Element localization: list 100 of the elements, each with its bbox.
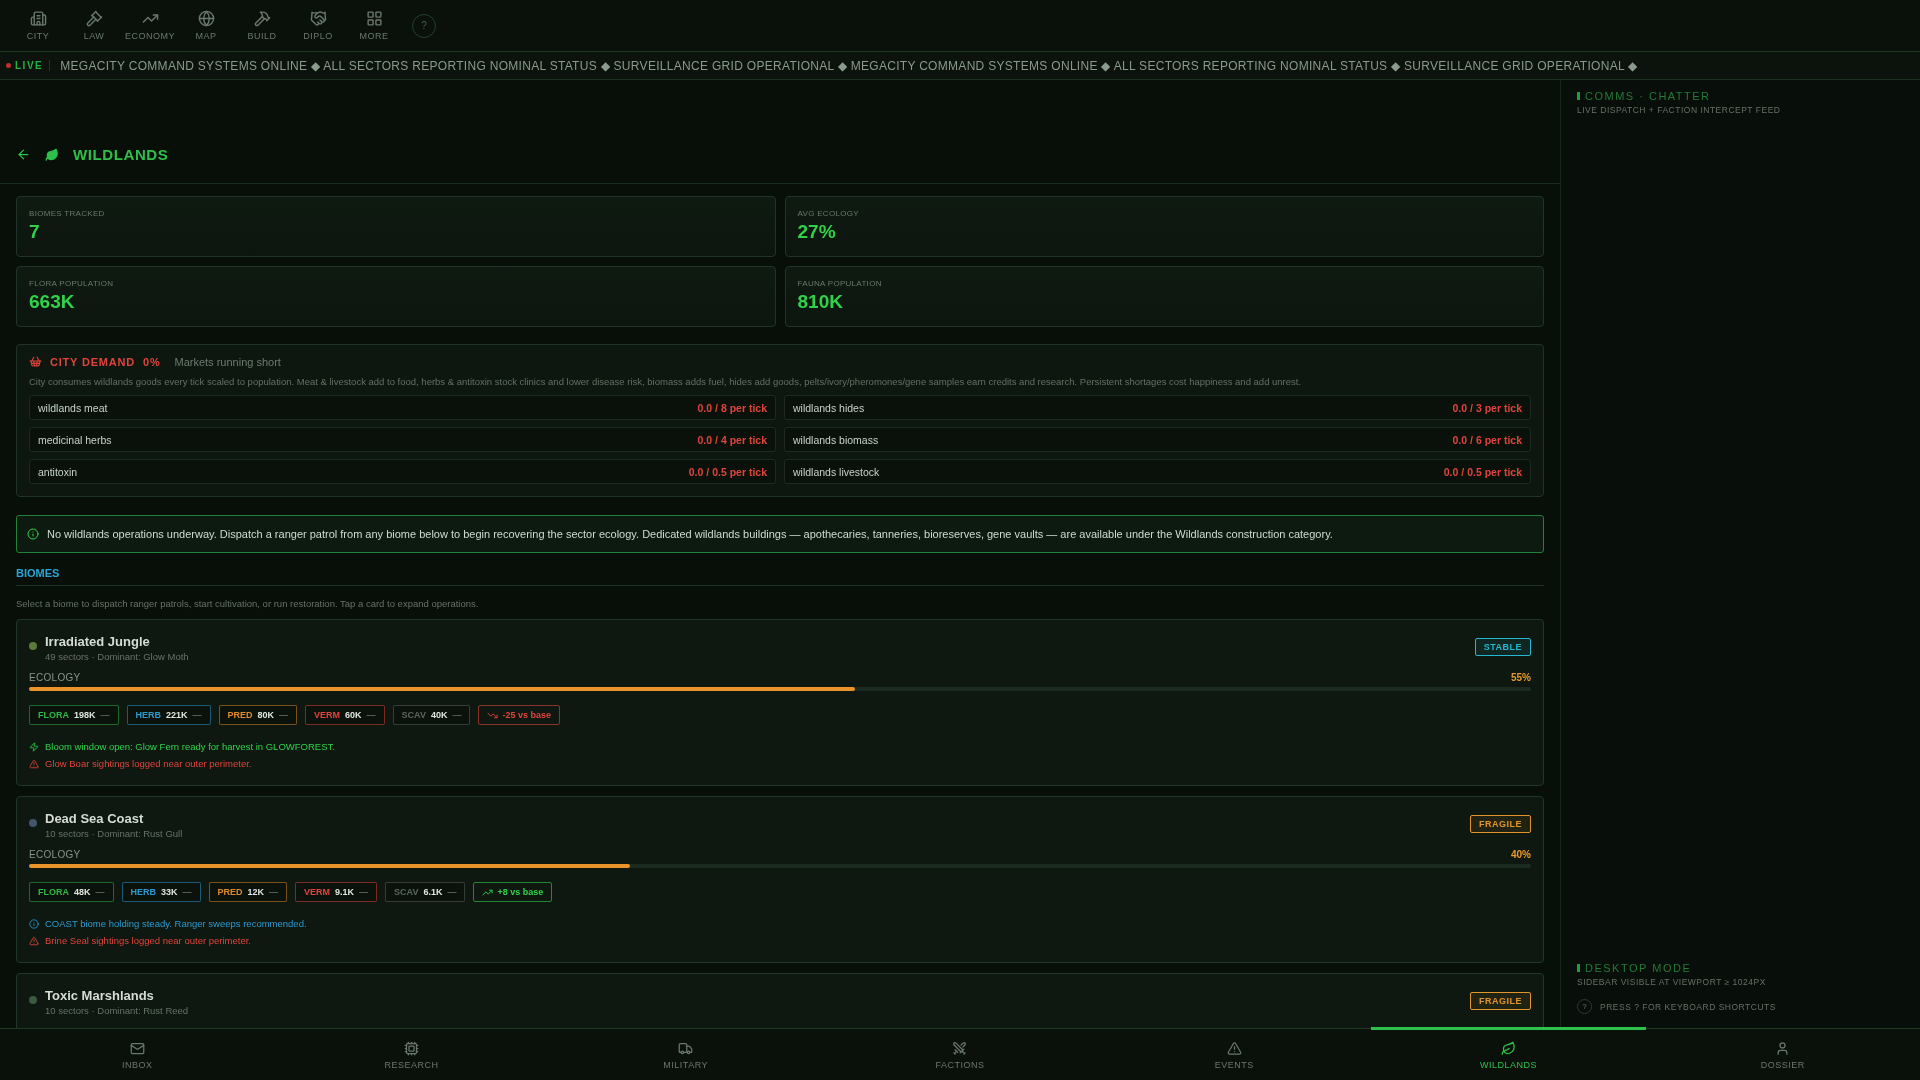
chip-value: 60K xyxy=(345,710,362,720)
nav-tab[interactable]: WILDLANDS xyxy=(1371,1027,1646,1080)
nav-tab[interactable]: EVENTS xyxy=(1097,1027,1372,1080)
biome-note: Brine Seal sightings logged near outer perimeter. xyxy=(45,935,251,946)
goods-name: wildlands hides xyxy=(793,401,865,414)
biome-card[interactable] xyxy=(16,796,1544,963)
gavel-icon xyxy=(85,10,103,27)
ecology-reading: 40% xyxy=(1511,849,1531,860)
chip-trend: — xyxy=(100,710,110,720)
sidebar-title: COMMS · CHATTER xyxy=(1585,90,1711,102)
shortcut-text: PRESS ? FOR KEYBOARD SHORTCUTS xyxy=(1600,1001,1776,1012)
goods-rate: 0.0 / 0.5 per tick xyxy=(688,465,767,478)
biome-note: Glow Boar sightings logged near outer perimeter. xyxy=(45,758,252,769)
stat-label: AVG ECOLOGY xyxy=(797,209,860,218)
chip-label: PRED xyxy=(217,887,243,897)
stat-label: BIOMES TRACKED xyxy=(29,209,106,218)
chip-label: HERB xyxy=(130,887,157,897)
chip-label: HERB xyxy=(135,710,162,720)
nav-button[interactable]: MAP xyxy=(180,4,232,47)
mode-text: SIDEBAR VISIBLE AT VIEWPORT ≥ 1024PX xyxy=(1577,977,1767,987)
biome-name: Dead Sea Coast xyxy=(45,811,145,826)
biome-subtitle: 10 sectors · Dominant: Rust Reed xyxy=(45,1005,189,1016)
biome-note: Bloom window open: Glow Fern ready for harvest in GLOWFOREST. xyxy=(45,741,335,752)
user-icon xyxy=(1775,1040,1791,1056)
biome-card[interactable] xyxy=(16,619,1544,786)
nav-tab[interactable]: RESEARCH xyxy=(274,1027,549,1080)
nav-button[interactable]: LAW xyxy=(68,4,120,47)
chip-icon xyxy=(403,1040,419,1056)
chip-label: SCAV xyxy=(394,887,419,897)
chip-trend: — xyxy=(192,710,202,720)
mode-title: DESKTOP MODE xyxy=(1585,962,1692,974)
lightning-icon xyxy=(29,741,39,752)
hammer-icon xyxy=(253,10,271,27)
warning-icon xyxy=(29,758,39,769)
delta-text: -25 vs base xyxy=(502,710,551,720)
stat-value: 27% xyxy=(797,221,837,243)
chip-label: VERM xyxy=(314,710,341,720)
demand-percent: 0% xyxy=(143,355,161,368)
biome-subtitle: 10 sectors · Dominant: Rust Gull xyxy=(45,828,183,839)
goods-name: antitoxin xyxy=(38,465,78,478)
nav-tab[interactable]: INBOX xyxy=(0,1027,275,1080)
goods-name: wildlands biomass xyxy=(793,433,879,446)
nav-tab[interactable]: DOSSIER xyxy=(1645,1027,1920,1080)
live-badge: LIVE xyxy=(6,60,51,71)
chip-trend: — xyxy=(366,710,376,720)
page-title: WILDLANDS xyxy=(73,146,169,163)
ticker-text: MEGACITY COMMAND SYSTEMS ONLINE ◆ ALL SECTORS REPORTING NOMINAL STATUS ◆ SURVEILLANCE GRID OPERATIONAL ◆ MEGACITY COMMAND SYSTEMS ONLINE ◆ ALL SECTORS REPORTING NOMINAL STATUS ◆ SURVEILLANCE GRID OPERATIONAL ◆ xyxy=(60,58,1638,73)
nav-button[interactable]: ECONOMY xyxy=(124,4,176,47)
handshake-icon xyxy=(309,10,327,27)
nav-tab[interactable]: MILITARY xyxy=(548,1027,823,1080)
goods-rate: 0.0 / 6 per tick xyxy=(1452,433,1522,446)
biome-name: Irradiated Jungle xyxy=(45,634,151,649)
biome-note: COAST biome holding steady. Ranger sweeps recommended. xyxy=(45,918,307,929)
delta-text: +8 vs base xyxy=(497,887,544,897)
sidebar-subtitle: LIVE DISPATCH + FACTION INTERCEPT FEED xyxy=(1577,105,1782,115)
info-icon xyxy=(29,918,39,929)
stat-label: FAUNA POPULATION xyxy=(797,279,883,288)
chip-trend: — xyxy=(359,887,369,897)
chip-trend: — xyxy=(95,887,105,897)
demand-status: Markets running short xyxy=(174,355,281,368)
nav-button[interactable]: MORE xyxy=(348,4,400,47)
ecology-reading: 55% xyxy=(1511,672,1531,683)
chip-value: 221K xyxy=(166,710,188,720)
biome-card[interactable]: Toxic Marshlands 10 sectors · Dominant: Rust Reed FRAGILE xyxy=(16,973,1544,1028)
leaf-icon xyxy=(45,147,59,162)
demand-title: CITY DEMAND xyxy=(50,355,135,368)
status-badge: FRAGILE xyxy=(1470,815,1531,833)
biome-subtitle: 49 sectors · Dominant: Glow Moth xyxy=(45,651,189,662)
info-icon xyxy=(27,528,39,540)
goods-name: medicinal herbs xyxy=(38,433,112,446)
stat-label: FLORA POPULATION xyxy=(29,279,115,288)
chip-label: VERM xyxy=(304,887,331,897)
chip-label: FLORA xyxy=(38,887,69,897)
chip-value: 33K xyxy=(161,887,178,897)
stat-value: 810K xyxy=(797,291,844,313)
grid-icon xyxy=(365,10,383,27)
chip-value: 48K xyxy=(74,887,91,897)
nav-button[interactable]: CITY xyxy=(12,4,64,47)
chip-value: 9.1K xyxy=(335,887,355,897)
goods-rate: 0.0 / 3 per tick xyxy=(1452,401,1522,414)
chip-trend: — xyxy=(279,710,289,720)
goods-name: wildlands livestock xyxy=(793,465,880,478)
chip-label: PRED xyxy=(227,710,253,720)
stat-value: 663K xyxy=(29,291,76,313)
chip-value: 6.1K xyxy=(423,887,443,897)
biome-name: Toxic Marshlands xyxy=(45,988,155,1003)
notice-text: No wildlands operations underway. Dispatch a ranger patrol from any biome below to begin recovering the sector ecology. Dedicated wildlands buildings — apothecaries, tanneries, bioreserves, gene vaults — are available under the Wildlands construction category. xyxy=(47,528,1333,540)
mail-icon xyxy=(129,1040,145,1056)
nav-button[interactable]: BUILD xyxy=(236,4,288,47)
back-icon[interactable] xyxy=(16,147,31,162)
nav-button[interactable]: DIPLO xyxy=(292,4,344,47)
bar-icon xyxy=(1577,964,1580,972)
goods-name: wildlands meat xyxy=(38,401,108,414)
goods-rate: 0.0 / 4 per tick xyxy=(697,433,767,446)
goods-rate: 0.0 / 0.5 per tick xyxy=(1443,465,1522,478)
warning-icon xyxy=(1226,1040,1242,1056)
section-title: BIOMES xyxy=(16,567,1544,586)
chip-label: SCAV xyxy=(401,710,426,720)
nav-tab[interactable]: FACTIONS xyxy=(822,1027,1098,1080)
chip-trend: — xyxy=(452,710,462,720)
